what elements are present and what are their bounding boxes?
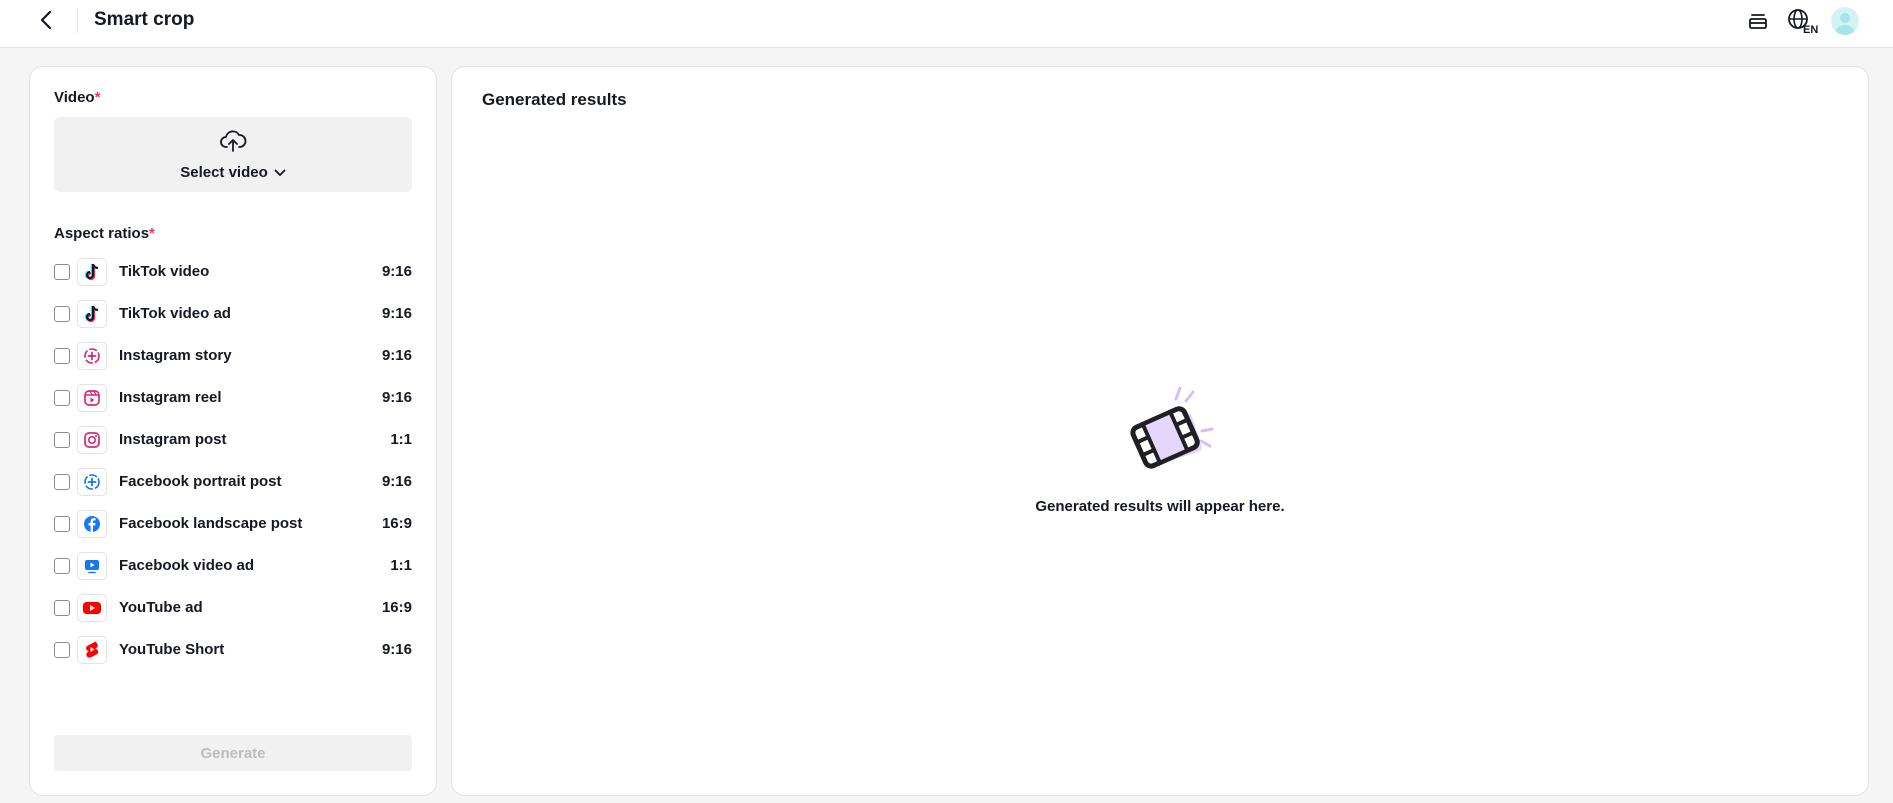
select-video-text: Select video [180, 164, 268, 181]
ratio-option-youtube-short[interactable]: YouTube Short 9:16 [54, 636, 412, 664]
stack-icon [1749, 14, 1767, 29]
ratio-value: 1:1 [390, 557, 412, 574]
ratio-option-youtube-ad[interactable]: YouTube ad 16:9 [54, 594, 412, 622]
ratio-checkbox[interactable] [54, 474, 70, 490]
facebook-video-icon [77, 552, 107, 580]
ratio-value: 9:16 [381, 263, 412, 280]
ratio-name: YouTube ad [119, 599, 203, 616]
user-avatar-icon [1836, 13, 1854, 35]
ratio-name: Instagram reel [119, 389, 222, 406]
select-video-button[interactable]: Select video [54, 117, 412, 192]
ratio-name: Facebook portrait post [119, 473, 282, 490]
film-icon [1130, 386, 1214, 469]
cloud-upload-icon [220, 130, 247, 152]
ratio-name: Facebook landscape post [119, 515, 303, 532]
ratio-value: 9:16 [381, 347, 412, 364]
facebook-icon [77, 510, 107, 538]
tasks-button[interactable] [1743, 7, 1773, 35]
top-bar: Smart crop EN [0, 0, 1893, 48]
ratio-option-instagram-post[interactable]: Instagram post 1:1 [54, 426, 412, 454]
ratio-checkbox[interactable] [54, 600, 70, 616]
back-button[interactable] [34, 8, 58, 32]
tiktok-icon [77, 300, 107, 328]
ratio-checkbox[interactable] [54, 432, 70, 448]
ratio-value: 9:16 [381, 305, 412, 322]
facebook-story-icon [77, 468, 107, 496]
language-code: EN [1803, 24, 1818, 34]
video-label: Video* [54, 89, 100, 107]
ratio-name: Instagram story [119, 347, 232, 364]
ratio-checkbox[interactable] [54, 516, 70, 532]
globe-icon: EN [1788, 9, 1818, 34]
ratio-value: 9:16 [381, 473, 412, 490]
ratio-option-tiktok-video-ad[interactable]: TikTok video ad 9:16 [54, 300, 412, 328]
ratio-option-facebook-landscape-post[interactable]: Facebook landscape post 16:9 [54, 510, 412, 538]
youtube-shorts-icon [77, 636, 107, 664]
required-mark: * [149, 225, 155, 242]
instagram-icon [77, 426, 107, 454]
instagram-story-icon [77, 342, 107, 370]
ratio-value: 9:16 [381, 641, 412, 658]
aspect-ratios-text: Aspect ratios [54, 225, 150, 242]
header-divider [77, 9, 78, 33]
ratio-value: 1:1 [390, 431, 412, 448]
ratio-name: Facebook video ad [119, 557, 255, 574]
select-video-label: Select video [54, 164, 412, 182]
settings-panel: Video* Select video Aspect ratios* TikTo… [29, 66, 437, 796]
ratio-option-facebook-video-ad[interactable]: Facebook video ad 1:1 [54, 552, 412, 580]
chevron-left-icon [40, 10, 52, 30]
page-title: Smart crop [94, 9, 195, 30]
ratio-value: 16:9 [381, 515, 412, 532]
ratio-name: TikTok video [119, 263, 210, 280]
language-button[interactable]: EN [1785, 7, 1821, 35]
ratio-value: 9:16 [381, 389, 412, 406]
ratio-name: Instagram post [119, 431, 227, 448]
ratio-checkbox[interactable] [54, 348, 70, 364]
ratio-name: YouTube Short [119, 641, 225, 658]
instagram-reel-icon [77, 384, 107, 412]
ratio-option-tiktok-video[interactable]: TikTok video 9:16 [54, 258, 412, 286]
ratio-checkbox[interactable] [54, 264, 70, 280]
ratio-option-instagram-reel[interactable]: Instagram reel 9:16 [54, 384, 412, 412]
chevron-down-icon [274, 169, 286, 176]
ratio-option-facebook-portrait-post[interactable]: Facebook portrait post 9:16 [54, 468, 412, 496]
ratio-value: 16:9 [381, 599, 412, 616]
ratio-checkbox[interactable] [54, 558, 70, 574]
ratio-checkbox[interactable] [54, 642, 70, 658]
aspect-ratios-label: Aspect ratios* [54, 225, 155, 243]
required-mark: * [94, 89, 101, 106]
ratio-checkbox[interactable] [54, 306, 70, 322]
ratio-option-instagram-story[interactable]: Instagram story 9:16 [54, 342, 412, 370]
empty-state-text: Generated results will appear here. [1035, 498, 1285, 515]
results-panel: Generated results Generated results will… [451, 66, 1869, 796]
results-title: Generated results [482, 90, 627, 109]
ratio-name: TikTok video ad [119, 305, 231, 322]
youtube-icon [77, 594, 107, 622]
avatar[interactable] [1831, 7, 1859, 35]
ratio-checkbox[interactable] [54, 390, 70, 406]
video-label-text: Video [54, 89, 95, 106]
generate-button[interactable]: Generate [54, 735, 412, 771]
tiktok-icon [77, 258, 107, 286]
